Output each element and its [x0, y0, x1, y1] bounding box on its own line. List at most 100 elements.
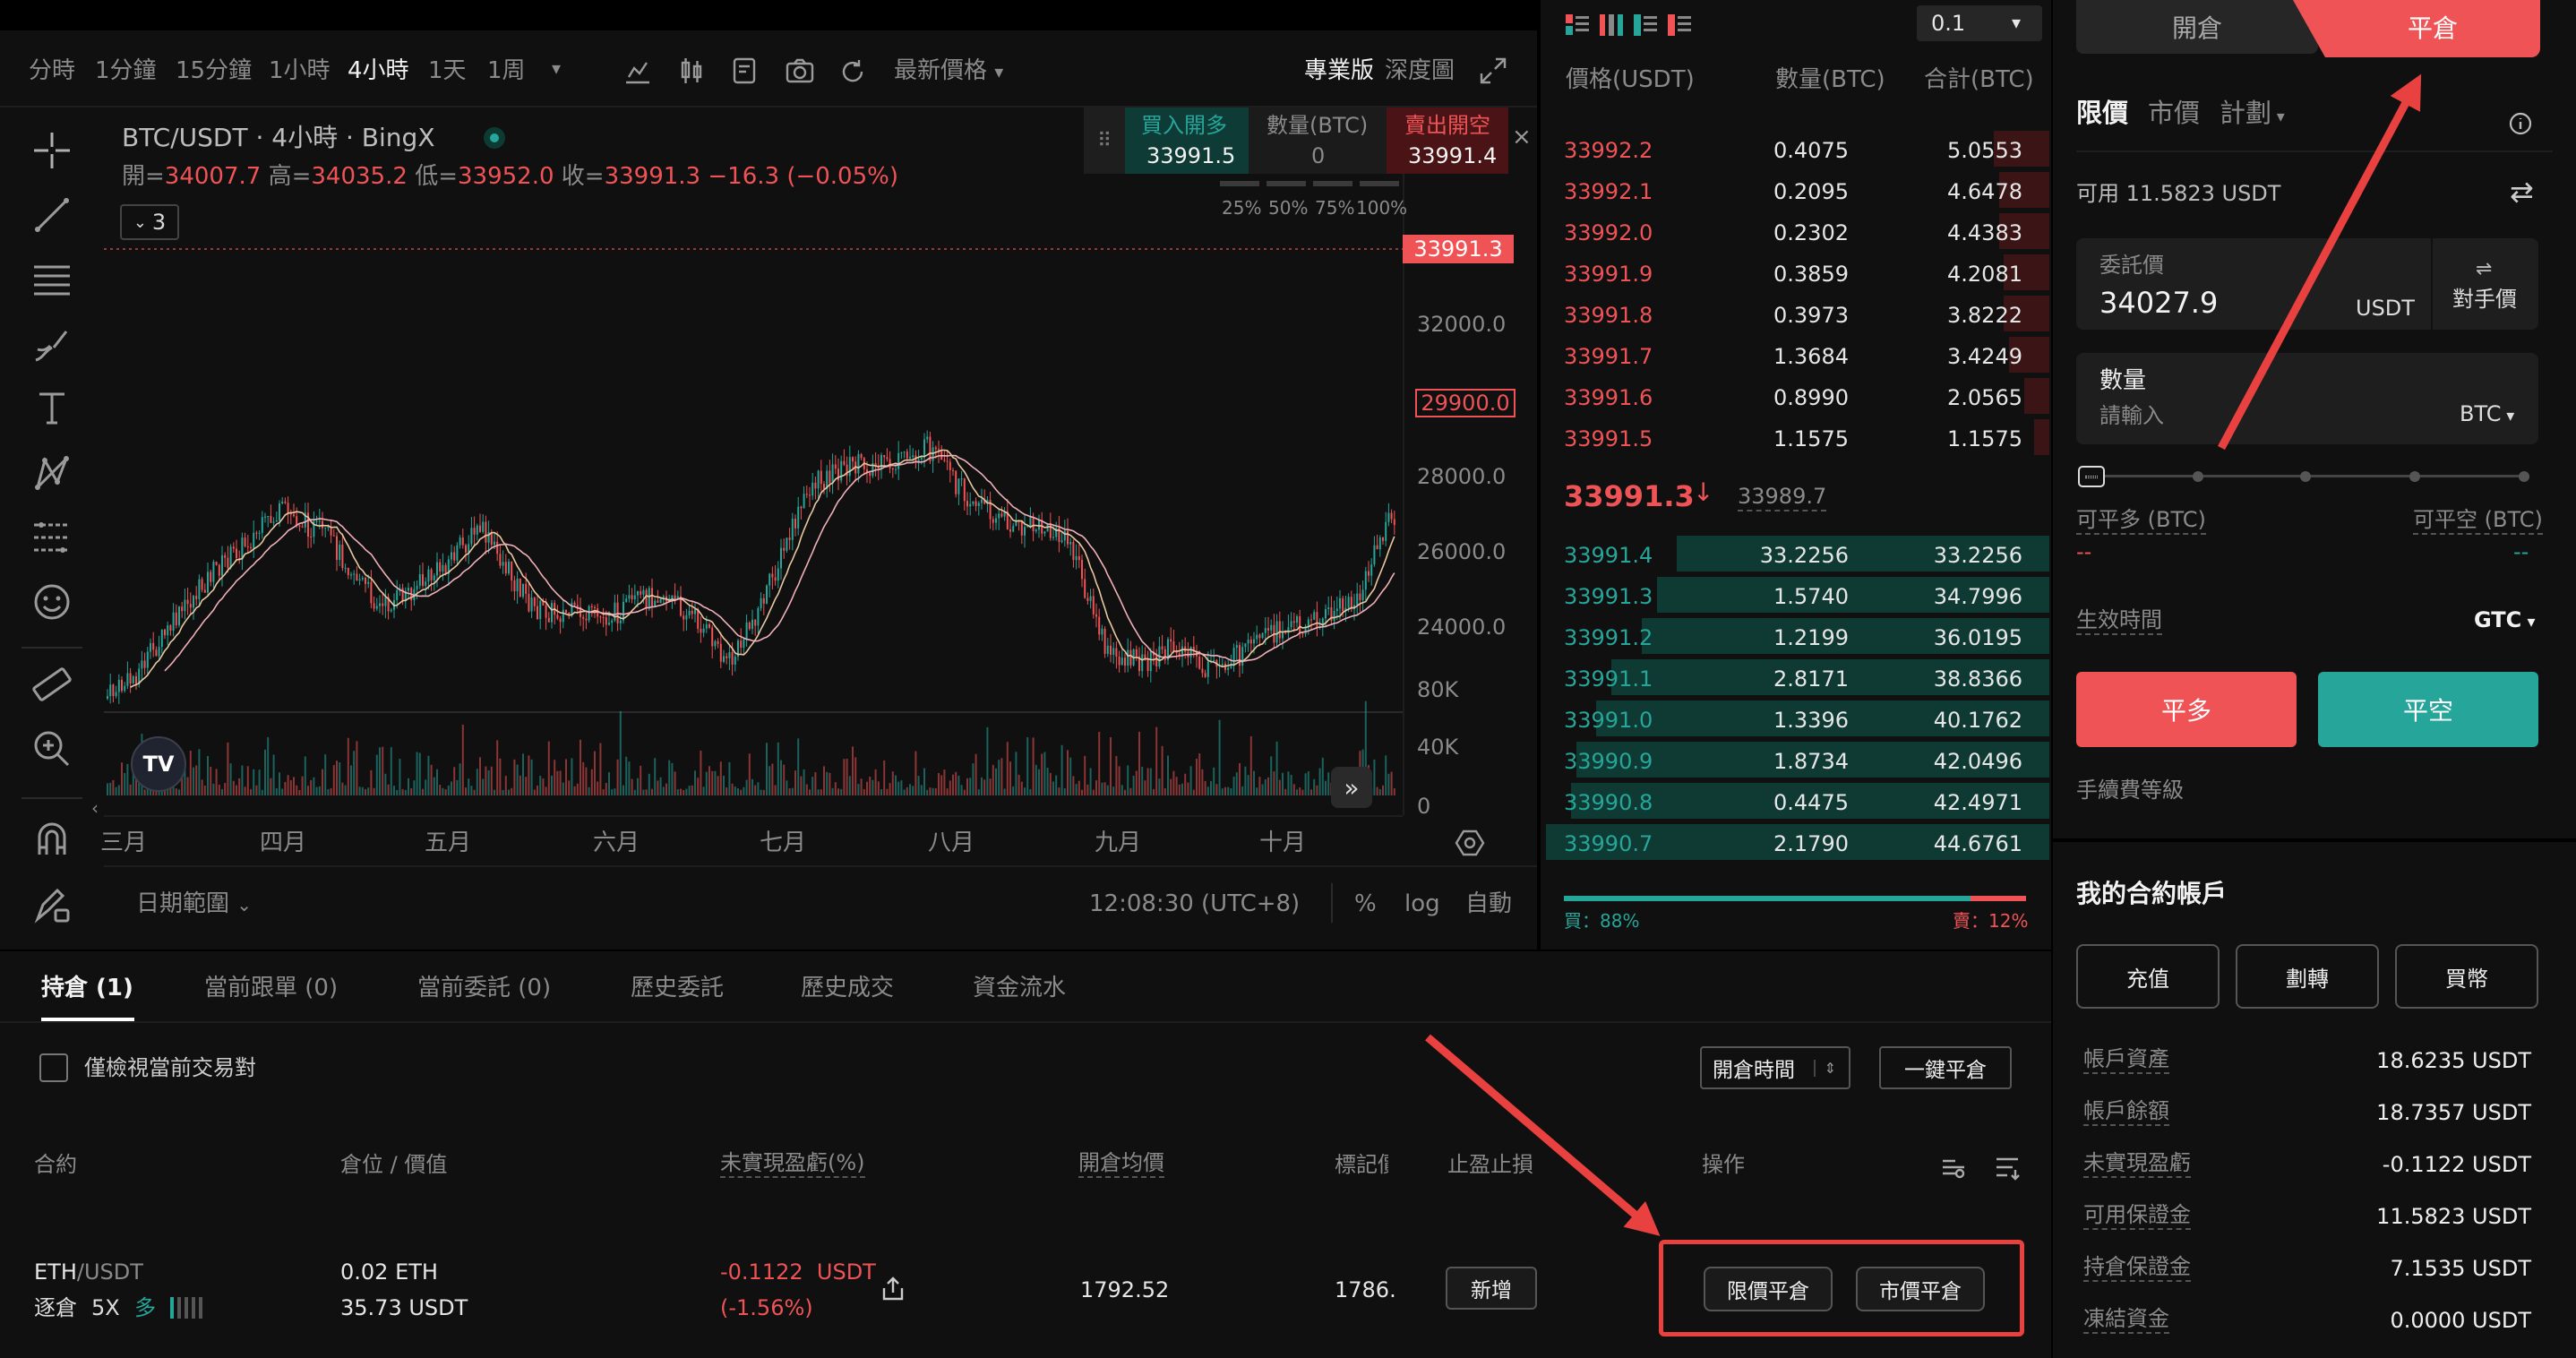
pct-50[interactable]: 50% [1268, 199, 1308, 217]
footer-divider [104, 865, 1537, 867]
month-label-apr: 四月 [260, 829, 307, 856]
current-pair-checkbox[interactable] [39, 1053, 68, 1082]
chart-clock: 12:08:30 (UTC+8) [1089, 890, 1301, 917]
emoji-icon[interactable] [30, 580, 73, 623]
tf-15m[interactable]: 15分鐘 [176, 59, 252, 82]
quick-buy-label: 買入開多 [1141, 113, 1227, 138]
chevron-down-icon: ▾ [994, 61, 1004, 82]
tf-1d[interactable]: 1天 [428, 59, 467, 82]
time-axis [104, 815, 1403, 817]
leverage: 5X [91, 1295, 120, 1320]
tf-4h[interactable]: 4小時 [348, 59, 409, 82]
month-label-sep: 九月 [1095, 829, 1142, 856]
position-size: 0.02 ETH [340, 1259, 438, 1285]
candlestick-chart[interactable] [104, 107, 1403, 815]
position-value: 35.73 USDT [340, 1295, 468, 1320]
month-label-oct: 十月 [1259, 829, 1307, 856]
crosshair-icon[interactable] [30, 129, 73, 172]
tab-order-history[interactable]: 歷史委託 [631, 976, 724, 1000]
month-label-jul: 七月 [760, 829, 807, 856]
position-pair[interactable]: ETH/USDT [34, 1261, 143, 1283]
lock-draw-icon[interactable] [30, 883, 73, 926]
quick-qty-input[interactable]: 數量(BTC) 0 [1249, 107, 1387, 174]
month-label-mar: 三月 [100, 829, 148, 856]
fib-icon[interactable] [30, 516, 73, 559]
tradingview-logo[interactable]: TV [131, 736, 186, 792]
pct-75[interactable]: 75% [1315, 199, 1354, 217]
tf-1m[interactable]: 1分鐘 [95, 59, 157, 82]
top-strip [0, 0, 1537, 30]
share-icon[interactable] [880, 1276, 906, 1302]
indicator-count: 3 [151, 210, 167, 235]
tab-open-orders[interactable]: 當前委託 (0) [417, 976, 551, 1000]
indicators-toggle[interactable]: ⌄ 3 [120, 204, 179, 240]
annotation-arrow-close-buttons [1425, 1034, 1661, 1236]
annotation-arrows [1425, 73, 2422, 1236]
drawing-toolbar [0, 107, 104, 950]
zoom-in-icon[interactable] [30, 727, 73, 770]
col-size-value: 倉位 / 價值 [340, 1152, 448, 1177]
active-tab-underline [41, 1018, 134, 1021]
footer-separator [1331, 883, 1333, 923]
month-label-aug: 八月 [928, 829, 975, 856]
trend-line-icon[interactable] [30, 193, 73, 236]
qty-percent-bar [1220, 181, 1399, 186]
camera-icon[interactable] [785, 57, 815, 84]
col-entry-price: 開倉均價 [1078, 1152, 1164, 1178]
horizontal-lines-icon[interactable] [30, 258, 73, 301]
quick-qty-value: 0 [1311, 143, 1326, 168]
tab-fund-flow[interactable]: 資金流水 [973, 976, 1066, 1000]
live-dot-icon [484, 127, 505, 149]
quick-qty-label: 數量(BTC) [1267, 113, 1369, 138]
scroll-left-icon[interactable]: ‹ [91, 799, 99, 817]
position-side: 多 [134, 1295, 156, 1320]
indicator-icon[interactable] [623, 57, 652, 86]
month-label-may: 五月 [425, 829, 472, 856]
tab-positions[interactable]: 持倉 (1) [41, 976, 133, 1000]
magnet-icon[interactable] [30, 819, 73, 862]
tf-1h[interactable]: 1小時 [269, 59, 331, 82]
quick-buy-price: 33991.5 [1146, 143, 1236, 168]
annotation-arrow-close-tab [2218, 73, 2422, 451]
col-contract: 合約 [34, 1152, 77, 1177]
toolbar-separator [21, 797, 82, 799]
tab-trade-history[interactable]: 歷史成交 [801, 976, 894, 1000]
tf-1w[interactable]: 1周 [487, 59, 526, 82]
ruler-icon[interactable] [30, 663, 73, 706]
current-pair-filter-label: 僅檢視當前交易對 [84, 1055, 256, 1080]
month-label-jun: 六月 [593, 829, 640, 856]
ohlc-legend: 開=34007.7 高=34035.2 低=33952.0 收=33991.3 … [122, 163, 898, 190]
pattern-icon[interactable] [30, 451, 73, 494]
pro-mode-tab[interactable]: 專業版 [1304, 59, 1374, 82]
position-pnl-pct: (-1.56%) [720, 1295, 813, 1320]
chart-title: BTC/USDT · 4小時 · BingX [122, 123, 435, 152]
tf-more-chevron-icon[interactable]: ▾ [552, 59, 561, 77]
scroll-right-icon[interactable]: » [1331, 767, 1372, 808]
drag-handle-icon[interactable]: ⠿ [1084, 107, 1125, 174]
chevron-down-icon: ⌄ [133, 212, 147, 232]
percent-scale-toggle[interactable]: % [1354, 892, 1377, 915]
tf-time[interactable]: 分時 [29, 59, 75, 82]
chart-toolbar: 分時 1分鐘 15分鐘 1小時 4小時 1天 1周 ▾ 最新價格 ▾ 專業版 深… [0, 36, 1537, 106]
tab-copy-orders[interactable]: 當前跟單 (0) [204, 976, 338, 1000]
toolbar-separator [21, 647, 82, 649]
col-mark-price: 標記價 [1335, 1154, 1388, 1175]
col-unrealized-pnl: 未實現盈虧(%) [720, 1152, 865, 1178]
price-type-select[interactable]: 最新價格 ▾ [894, 59, 1003, 82]
price-type-label: 最新價格 [894, 57, 988, 84]
margin-mode: 逐倉 [34, 1295, 77, 1320]
chevron-down-icon: ⌄ [236, 894, 253, 915]
template-icon[interactable] [731, 56, 760, 86]
text-tool-icon[interactable] [30, 387, 73, 430]
quick-buy-button[interactable]: 買入開多 33991.5 [1125, 107, 1249, 174]
risk-bars-icon [170, 1297, 202, 1319]
date-range-button[interactable]: 日期範圍 ⌄ [136, 892, 252, 915]
position-pnl: -0.1122 USDT [720, 1259, 876, 1285]
date-range-label: 日期範圍 [136, 890, 230, 917]
candle-type-icon[interactable] [677, 56, 706, 86]
brush-icon[interactable] [30, 322, 73, 365]
position-mark: 1786. [1335, 1277, 1396, 1302]
pct-25[interactable]: 25% [1222, 199, 1261, 217]
refresh-icon[interactable] [838, 57, 867, 86]
position-entry: 1792.52 [1080, 1277, 1170, 1302]
